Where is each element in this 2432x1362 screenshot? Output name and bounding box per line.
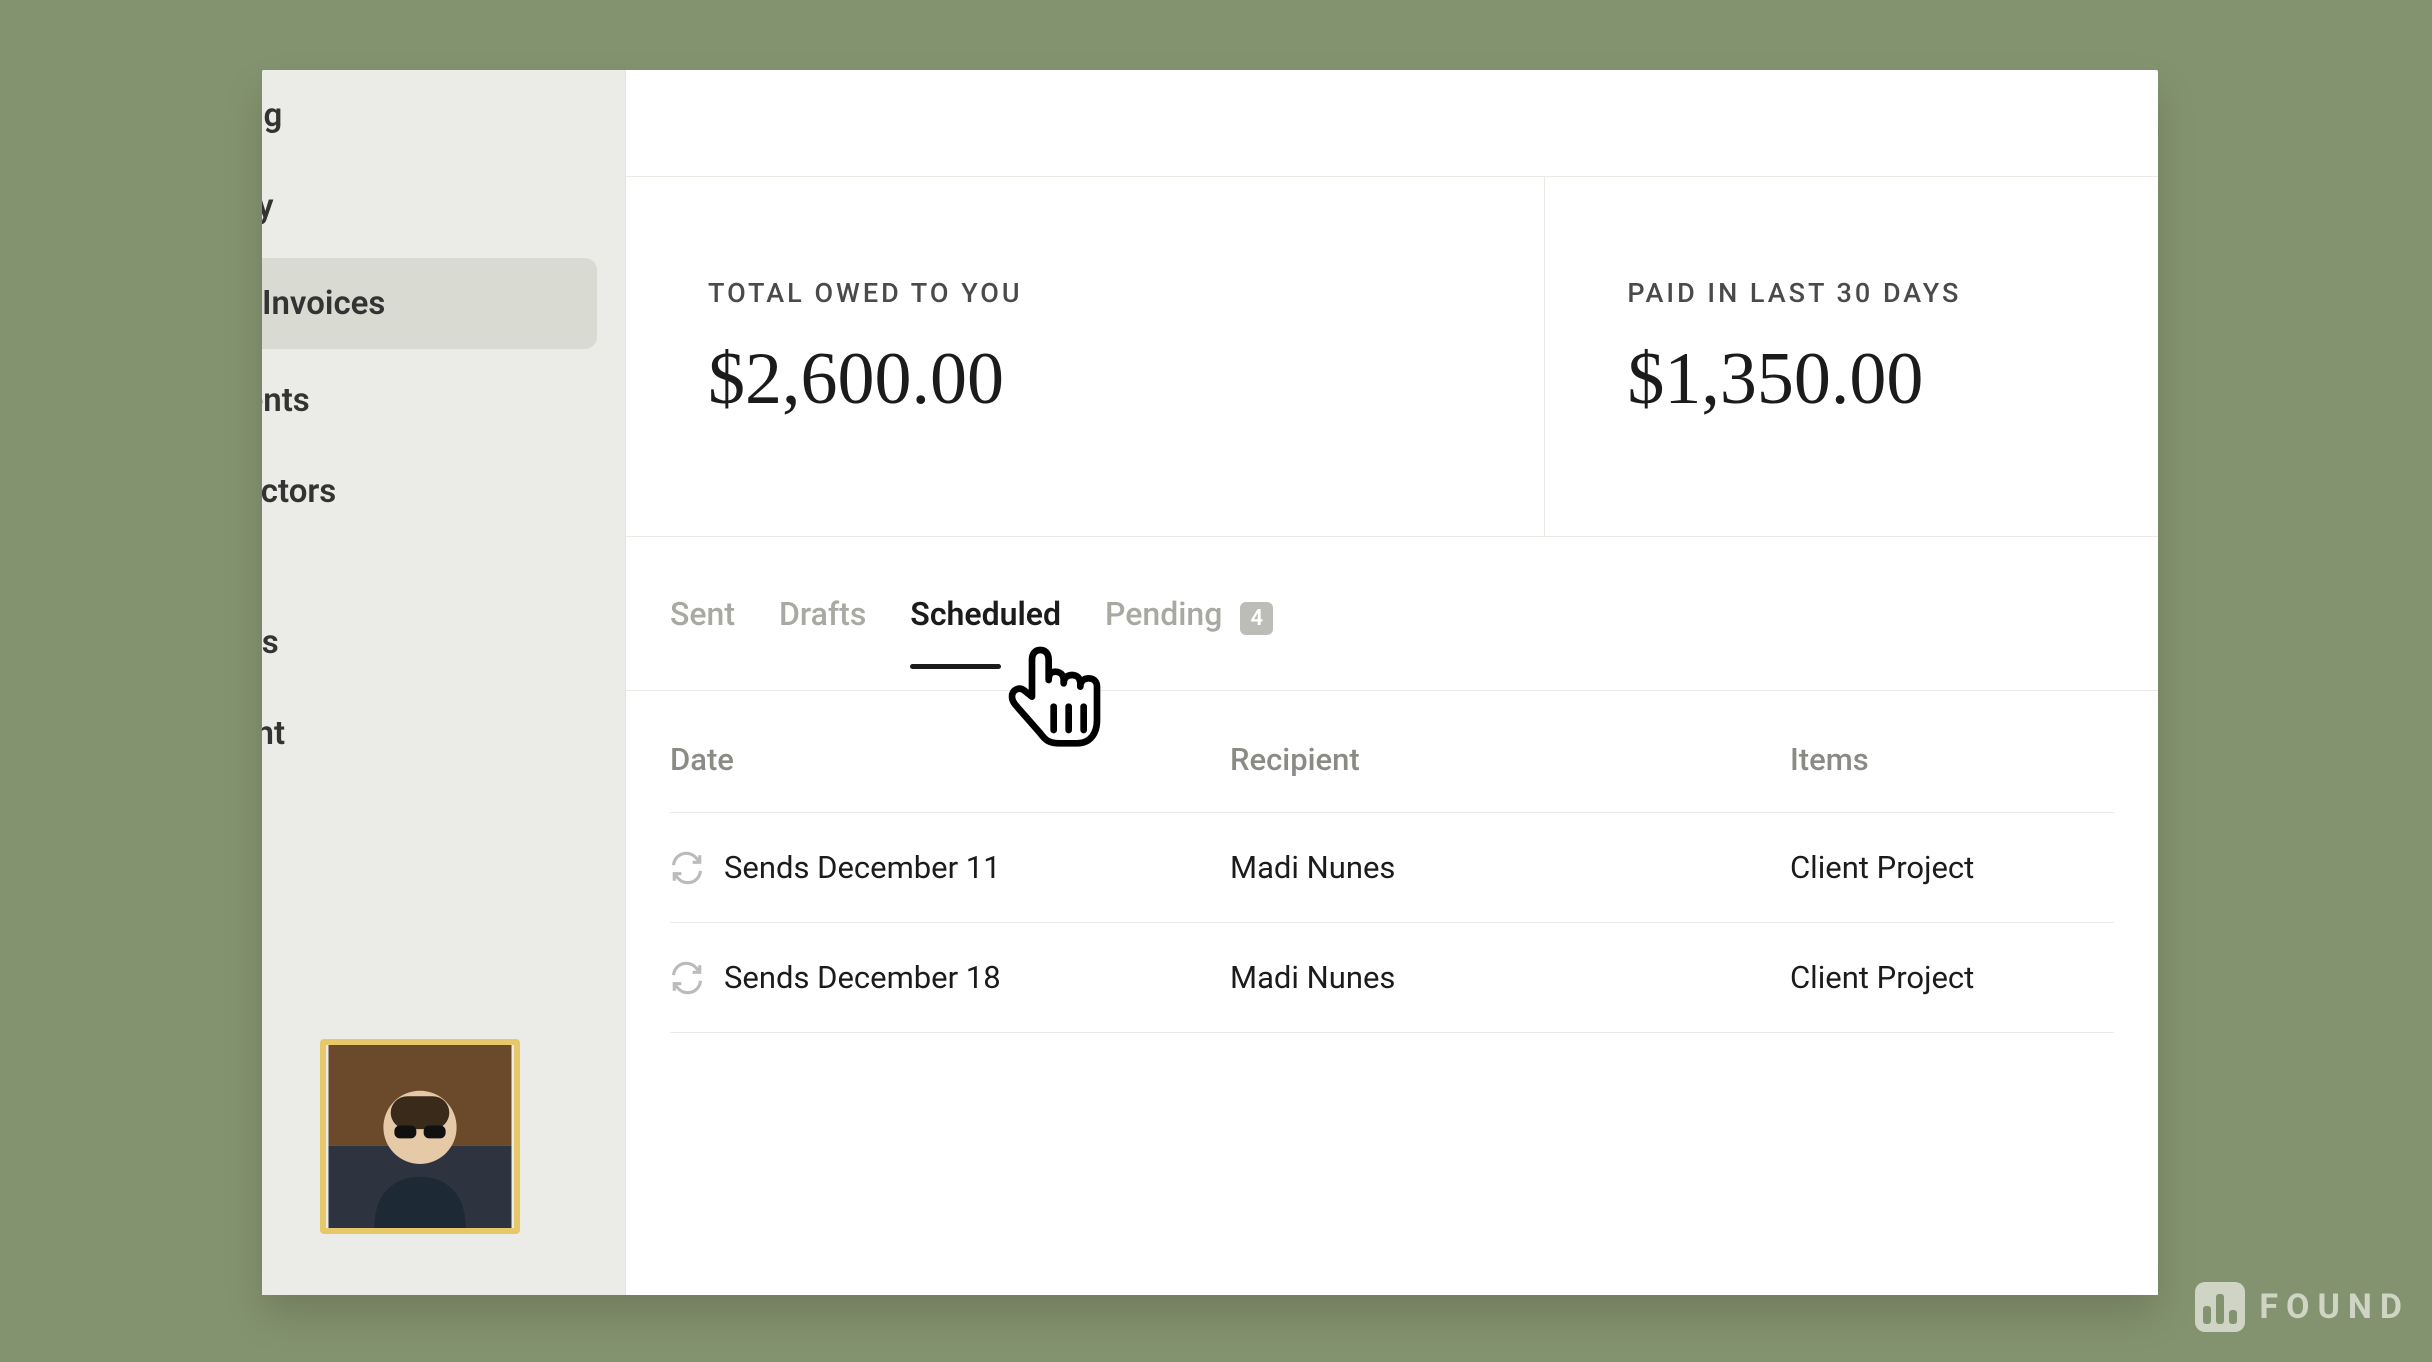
top-bar xyxy=(626,70,2158,177)
sidebar-item-label: Banking xyxy=(262,96,282,135)
cell-items: Client Project xyxy=(1790,849,2114,886)
cell-date: Sends December 11 xyxy=(724,849,1001,886)
sidebar-item-payments[interactable]: Payments xyxy=(262,355,625,446)
sidebar-item-label: Account xyxy=(262,714,285,753)
sidebar-item-label: Contractors xyxy=(262,472,336,511)
tab-pending[interactable]: Pending 4 xyxy=(1105,595,1273,670)
tabs: Sent Drafts Scheduled Pending 4 xyxy=(626,537,2158,691)
stat-owed-value: $2,600.00 xyxy=(708,337,1454,422)
sidebar-item-label: Invoices xyxy=(262,284,385,323)
sidebar-item-label: Reports xyxy=(262,623,279,662)
table-header: Date Recipient Items xyxy=(670,691,2114,813)
summary-stats: TOTAL OWED TO YOU $2,600.00 PAID IN LAST… xyxy=(626,177,2158,537)
main-content: TOTAL OWED TO YOU $2,600.00 PAID IN LAST… xyxy=(626,70,2158,1295)
found-logo-icon xyxy=(2195,1282,2245,1332)
presenter-camera xyxy=(320,1039,520,1234)
stat-paid-value: $1,350.00 xyxy=(1627,337,2068,422)
cell-date: Sends December 18 xyxy=(724,959,1001,996)
brand-watermark: FOUND xyxy=(2195,1282,2410,1332)
table-row[interactable]: Sends December 11 Madi Nunes Client Proj… xyxy=(670,813,2114,923)
stat-owed: TOTAL OWED TO YOU $2,600.00 xyxy=(626,177,1545,536)
sidebar-item-reports[interactable]: Reports xyxy=(262,597,625,688)
sidebar-item-account[interactable]: Account xyxy=(262,688,625,779)
tab-scheduled[interactable]: Scheduled xyxy=(910,595,1061,668)
pending-count-badge: 4 xyxy=(1240,602,1273,635)
col-header-date: Date xyxy=(670,741,1230,778)
col-header-items: Items xyxy=(1790,741,2114,778)
tab-sent[interactable]: Sent xyxy=(670,595,735,668)
tab-pending-label: Pending xyxy=(1105,595,1222,633)
sidebar-item-activity[interactable]: Activity xyxy=(262,161,625,252)
invoices-table: Date Recipient Items Sends December 11 xyxy=(626,691,2158,1033)
col-header-recipient: Recipient xyxy=(1230,741,1790,778)
sidebar-item-banking[interactable]: Banking xyxy=(262,70,625,161)
sidebar-item-contractors[interactable]: Contractors xyxy=(262,446,625,537)
tab-drafts[interactable]: Drafts xyxy=(779,595,866,668)
recurring-icon xyxy=(670,851,704,885)
sidebar-item-label: Activity xyxy=(262,187,273,226)
app-window: Banking Activity Invoices Payments Contr… xyxy=(262,70,2158,1295)
recurring-icon xyxy=(670,961,704,995)
stat-owed-label: TOTAL OWED TO YOU xyxy=(708,277,1454,309)
cell-recipient: Madi Nunes xyxy=(1230,959,1790,996)
table-row[interactable]: Sends December 18 Madi Nunes Client Proj… xyxy=(670,923,2114,1033)
brand-text: FOUND xyxy=(2259,1287,2410,1327)
sidebar-item-label: Payments xyxy=(262,381,310,420)
stat-paid: PAID IN LAST 30 DAYS $1,350.00 xyxy=(1545,177,2158,536)
sidebar-item-invoices[interactable]: Invoices xyxy=(262,258,597,349)
cell-recipient: Madi Nunes xyxy=(1230,849,1790,886)
stat-paid-label: PAID IN LAST 30 DAYS xyxy=(1627,277,2068,309)
cell-items: Client Project xyxy=(1790,959,2114,996)
